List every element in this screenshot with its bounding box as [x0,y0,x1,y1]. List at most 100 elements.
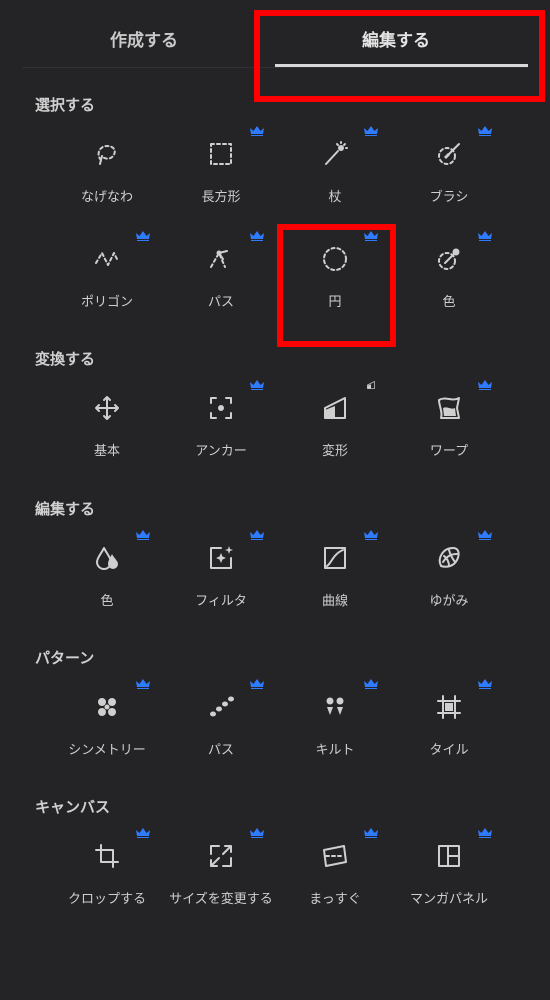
tool-magic-wand[interactable]: 杖 [278,118,392,208]
color-select-icon [435,245,463,273]
polygon-select-icon [93,245,121,273]
tool-filter[interactable]: フィルタ [164,522,278,612]
crown-icon [250,679,264,689]
tool-label: クロップする [67,892,146,907]
rectangle-select-icon [207,140,235,168]
tool-manga-panel[interactable]: マンガパネル [392,820,506,910]
tool-distort[interactable]: 変形 [278,372,392,462]
crown-icon [478,380,492,390]
crown-icon [136,530,150,540]
tool-curves[interactable]: 曲線 [278,522,392,612]
tool-label: 基本 [93,444,120,459]
distort-icon [321,394,349,422]
tool-label: パス [207,743,234,758]
tool-circle-select[interactable]: 円 [278,223,392,313]
tool-rectangle[interactable]: 長方形 [164,118,278,208]
tool-label: 長方形 [201,190,241,205]
tool-move[interactable]: 基本 [50,372,164,462]
section-title-canvas: キャンバス [35,798,111,816]
crown-icon [364,679,378,689]
tool-label: まっすぐ [309,892,361,907]
tool-label: ゆがみ [429,594,469,609]
liquify-icon [435,544,463,572]
resize-icon [207,842,235,870]
tool-label: 杖 [328,190,342,205]
tool-warp[interactable]: ワープ [392,372,506,462]
magic-wand-icon [321,140,349,168]
crown-icon [250,530,264,540]
tool-color-select[interactable]: 色 [392,223,506,313]
crown-icon [250,380,264,390]
tool-label: ポリゴン [80,295,133,310]
crown-icon [478,530,492,540]
tool-tile[interactable]: タイル [392,671,506,761]
tool-label: ワープ [429,444,469,459]
tool-label: タイル [429,743,469,758]
crown-icon [364,380,378,390]
section-title-transform: 変換する [35,350,96,368]
tool-liquify[interactable]: ゆがみ [392,522,506,612]
tool-label: 円 [328,295,342,310]
tool-label: パス [207,295,234,310]
crown-icon [478,679,492,689]
crown-icon [364,530,378,540]
tool-straighten[interactable]: まっすぐ [278,820,392,910]
crown-icon [478,126,492,136]
tab-edit[interactable]: 編集する [362,26,430,51]
tool-label: 色 [442,295,456,310]
tool-label: ブラシ [429,190,469,205]
tool-label: サイズを変更する [169,892,273,907]
crown-icon [478,231,492,241]
manga-panel-icon [435,842,463,870]
color-drops-icon [93,544,121,572]
tool-path-pattern[interactable]: パス [164,671,278,761]
tool-label: 色 [100,594,114,609]
tool-crop[interactable]: クロップする [50,820,164,910]
top-tabs: 作成する 編集する [22,0,528,68]
symmetry-icon [93,693,121,721]
circle-select-icon [321,245,349,273]
tool-path-select[interactable]: パス [164,223,278,313]
tool-polygon[interactable]: ポリゴン [50,223,164,313]
crown-icon [136,231,150,241]
move-icon [93,394,121,422]
path-select-icon [207,245,235,273]
crown-icon [364,828,378,838]
tool-label: シンメトリー [68,743,146,758]
crown-icon [136,679,150,689]
section-title-pattern: パターン [35,649,95,667]
crown-icon [364,231,378,241]
crown-icon [250,231,264,241]
tool-label: 曲線 [321,594,348,609]
crown-icon [478,828,492,838]
tabs-divider [22,67,528,68]
curves-icon [321,544,349,572]
tile-icon [435,693,463,721]
section-title-edit: 編集する [35,500,96,518]
warp-icon [435,394,463,422]
tool-lasso[interactable]: なげなわ [50,118,164,208]
tool-brush-select[interactable]: ブラシ [392,118,506,208]
tool-resize[interactable]: サイズを変更する [164,820,278,910]
tool-symmetry[interactable]: シンメトリー [50,671,164,761]
crown-icon [364,126,378,136]
tool-label: なげなわ [80,190,133,205]
quilt-icon [321,693,349,721]
straighten-icon [321,842,349,870]
tool-label: 変形 [321,444,348,459]
crown-icon [250,828,264,838]
tool-label: アンカー [195,444,247,459]
section-title-select: 選択する [35,96,96,114]
tool-quilt[interactable]: キルト [278,671,392,761]
filter-icon [207,544,235,572]
path-pattern-icon [207,693,235,721]
tool-label: キルト [315,743,355,758]
crop-icon [93,842,121,870]
tab-create[interactable]: 作成する [110,26,178,51]
crown-icon [136,828,150,838]
tool-color-adjust[interactable]: 色 [50,522,164,612]
anchor-icon [207,394,235,422]
crown-icon [250,126,264,136]
lasso-icon [93,140,121,168]
tool-anchor[interactable]: アンカー [164,372,278,462]
